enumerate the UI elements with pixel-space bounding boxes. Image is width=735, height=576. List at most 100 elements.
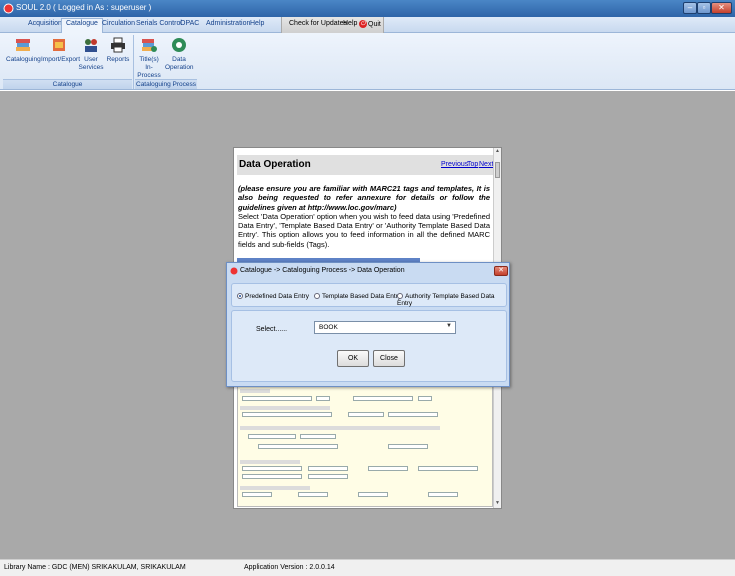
material-type-select[interactable]: BOOK ▼ bbox=[314, 321, 456, 334]
help-note: (please ensure you are familiar with MAR… bbox=[238, 184, 490, 212]
scroll-thumb[interactable] bbox=[495, 162, 500, 178]
data-operation-dialog: Catalogue -> Cataloguing Process -> Data… bbox=[226, 262, 510, 387]
help-button[interactable]: Help bbox=[343, 20, 357, 27]
updates-toolbar: Check for Updates Help ⏻ Quit bbox=[281, 17, 384, 33]
status-bar: Library Name : GDC (MEN) SRIKAKULAM, SRI… bbox=[0, 559, 735, 576]
dialog-close-icon[interactable]: ✕ bbox=[494, 266, 508, 276]
titles-in-process-label: Title(s) In-Process bbox=[137, 56, 161, 79]
power-icon: ⏻ bbox=[359, 20, 367, 28]
menu-bar: Acquisition Catalogue Circulation Serial… bbox=[0, 17, 735, 33]
radio-selected-icon bbox=[237, 293, 243, 299]
ribbon: Cataloguing Import/Export User Services … bbox=[0, 33, 735, 90]
catalogue-group-label: Catalogue bbox=[3, 79, 132, 89]
authority-template-data-entry-radio[interactable]: Authority Template Based Data Entry bbox=[397, 293, 506, 307]
users-icon bbox=[85, 39, 97, 52]
form-shot-field bbox=[418, 466, 478, 471]
select-panel: Select...... BOOK ▼ OK Close bbox=[231, 310, 507, 382]
form-shot-bar bbox=[240, 406, 330, 410]
radio-unselected-icon bbox=[397, 293, 403, 299]
titles-in-process-button[interactable]: Title(s) In-Process bbox=[136, 36, 162, 80]
chevron-down-icon: ▼ bbox=[446, 323, 452, 329]
help-body: Select 'Data Operation' option when you … bbox=[238, 211, 490, 249]
library-name: Library Name : GDC (MEN) SRIKAKULAM, SRI… bbox=[4, 564, 186, 571]
cataloguing-process-group-label: Cataloguing Process bbox=[135, 79, 197, 89]
form-shot-bar bbox=[240, 426, 440, 430]
data-operation-label: Data Operation bbox=[165, 56, 194, 71]
tab-catalogue[interactable]: Catalogue bbox=[61, 18, 103, 33]
form-shot-field bbox=[308, 474, 348, 479]
data-operation-icon bbox=[172, 38, 186, 52]
form-shot-field bbox=[388, 412, 438, 417]
form-shot-field bbox=[300, 434, 336, 439]
top-link[interactable]: Top bbox=[467, 161, 478, 168]
quit-button[interactable]: ⏻ Quit bbox=[359, 20, 381, 28]
selected-value: BOOK bbox=[319, 324, 338, 331]
form-shot-bar bbox=[240, 460, 300, 464]
previous-link[interactable]: Previous bbox=[441, 161, 468, 168]
radio-label: Authority Template Based Data Entry bbox=[397, 293, 495, 307]
radio-label: Predefined Data Entry bbox=[245, 293, 309, 300]
import-export-icon bbox=[53, 39, 65, 51]
reports-label: Reports bbox=[106, 56, 130, 63]
check-updates-button[interactable]: Check for Updates bbox=[289, 20, 347, 27]
application-version: Application Version : 2.0.0.14 bbox=[244, 564, 335, 571]
form-shot-field bbox=[358, 492, 388, 497]
dialog-title-bar: Catalogue -> Cataloguing Process -> Data… bbox=[227, 263, 509, 279]
window-title: SOUL 2.0 ( Logged in As : superuser ) bbox=[16, 3, 152, 12]
form-shot-field bbox=[258, 444, 338, 449]
form-shot-bar bbox=[240, 389, 270, 393]
help-document-heading: Data Operation bbox=[239, 159, 311, 170]
minimize-button[interactable]: – bbox=[683, 2, 697, 14]
form-shot-field bbox=[348, 412, 384, 417]
printer-icon bbox=[111, 37, 125, 53]
app-logo-icon bbox=[230, 267, 238, 275]
select-label: Select...... bbox=[256, 326, 288, 333]
form-shot-field bbox=[242, 492, 272, 497]
form-shot-field bbox=[368, 466, 408, 471]
next-link[interactable]: Next bbox=[479, 161, 493, 168]
tab-help[interactable]: Help bbox=[246, 19, 268, 28]
form-shot-field bbox=[242, 474, 302, 479]
app-logo-icon bbox=[3, 3, 14, 14]
close-window-button[interactable]: ✕ bbox=[711, 2, 732, 14]
form-shot-field bbox=[242, 412, 332, 417]
radio-label: Template Based Data Entry bbox=[322, 293, 402, 300]
form-shot-field bbox=[298, 492, 328, 497]
import-export-label: Import/Export bbox=[41, 56, 81, 63]
close-button[interactable]: Close bbox=[373, 350, 405, 367]
form-shot-field bbox=[242, 466, 302, 471]
user-services-label: User Services bbox=[78, 56, 104, 71]
import-export-button[interactable]: Import/Export bbox=[41, 36, 81, 64]
quit-label: Quit bbox=[368, 20, 381, 28]
maximize-button[interactable]: ▫ bbox=[697, 2, 711, 14]
embedded-form-screenshot bbox=[237, 385, 493, 507]
cataloguing-label: Cataloguing bbox=[6, 56, 41, 63]
form-shot-field bbox=[428, 492, 458, 497]
help-document-header: Data Operation Previous Top Next bbox=[237, 155, 494, 175]
reports-button[interactable]: Reports bbox=[106, 36, 130, 64]
form-shot-bar bbox=[240, 486, 310, 490]
ok-button[interactable]: OK bbox=[337, 350, 369, 367]
entry-mode-radio-group: Predefined Data Entry Template Based Dat… bbox=[231, 283, 507, 307]
template-based-data-entry-radio[interactable]: Template Based Data Entry bbox=[314, 293, 401, 300]
scroll-up-arrow-icon[interactable]: ▲ bbox=[494, 148, 501, 156]
ribbon-group-separator bbox=[133, 35, 134, 89]
data-operation-button[interactable]: Data Operation bbox=[165, 36, 194, 72]
user-services-button[interactable]: User Services bbox=[78, 36, 104, 72]
tab-acquisition[interactable]: Acquisition bbox=[24, 19, 66, 28]
help-document-text: (please ensure you are familiar with MAR… bbox=[238, 184, 490, 249]
form-shot-field bbox=[248, 434, 296, 439]
form-shot-field bbox=[308, 466, 348, 471]
predefined-data-entry-radio[interactable]: Predefined Data Entry bbox=[237, 293, 309, 300]
cataloguing-button[interactable]: Cataloguing bbox=[6, 36, 41, 64]
scroll-down-arrow-icon[interactable]: ▼ bbox=[494, 500, 501, 508]
form-shot-field bbox=[353, 396, 413, 401]
dialog-title: Catalogue -> Cataloguing Process -> Data… bbox=[240, 267, 405, 274]
form-shot-field bbox=[388, 444, 428, 449]
tab-opac[interactable]: OPAC bbox=[176, 19, 203, 28]
form-shot-field bbox=[418, 396, 432, 401]
title-process-icon bbox=[142, 39, 157, 52]
form-shot-field bbox=[242, 396, 312, 401]
window-title-bar: SOUL 2.0 ( Logged in As : superuser ) – … bbox=[0, 0, 735, 17]
radio-unselected-icon bbox=[314, 293, 320, 299]
